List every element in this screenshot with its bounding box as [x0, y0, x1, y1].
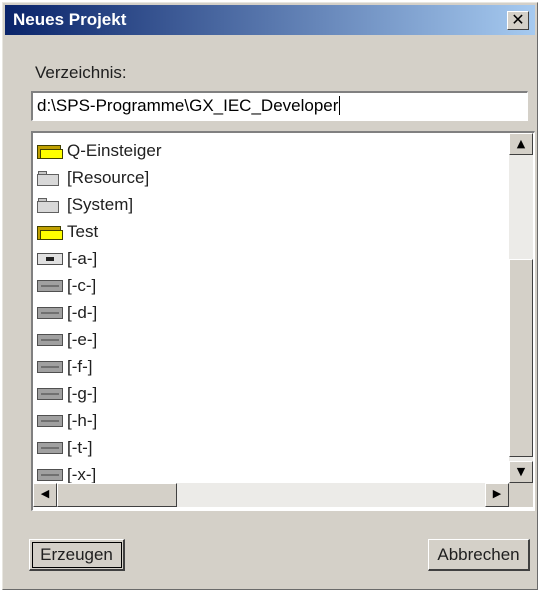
- list-item[interactable]: Test: [37, 218, 507, 245]
- close-button[interactable]: ✕: [507, 11, 529, 30]
- open-folder-icon: [37, 141, 65, 161]
- list-item[interactable]: [-a-]: [37, 245, 507, 272]
- hard-drive-icon: [37, 303, 65, 323]
- hard-drive-icon: [37, 411, 65, 431]
- scroll-right-button[interactable]: ▶: [485, 483, 509, 507]
- directory-path-value: d:\SPS-Programme\GX_IEC_Developer: [37, 96, 339, 115]
- hard-drive-icon: [37, 384, 65, 404]
- list-item-label: [-d-]: [67, 302, 98, 322]
- create-button[interactable]: Erzeugen: [29, 539, 125, 571]
- directory-label: Verzeichnis:: [35, 63, 127, 82]
- open-folder-icon: [37, 222, 65, 242]
- vertical-scrollbar[interactable]: ▲ ▼: [509, 133, 533, 483]
- hard-drive-icon: [37, 276, 65, 296]
- scroll-down-button[interactable]: ▼: [509, 461, 533, 483]
- list-item[interactable]: [-e-]: [37, 326, 507, 353]
- list-item[interactable]: Q-Einsteiger: [37, 137, 507, 164]
- list-item-label: [-e-]: [67, 329, 98, 349]
- list-item[interactable]: [-h-]: [37, 407, 507, 434]
- directory-list: Q-Einsteiger [Resource] [System] Test [-a-] […: [37, 137, 507, 488]
- scroll-up-button[interactable]: ▲: [509, 133, 533, 155]
- arrow-up-icon: ▲: [516, 137, 526, 150]
- list-item[interactable]: [-c-]: [37, 272, 507, 299]
- list-item-label: [System]: [67, 194, 134, 214]
- list-item-label: [-x-]: [67, 464, 97, 484]
- arrow-right-icon: ▶: [492, 487, 502, 500]
- list-item-label: [-a-]: [67, 248, 98, 268]
- hard-drive-icon: [37, 357, 65, 377]
- list-item-label: Q-Einsteiger: [67, 140, 162, 160]
- hard-drive-icon: [37, 465, 65, 485]
- list-item-label: [-t-]: [67, 437, 93, 457]
- list-item[interactable]: [System]: [37, 191, 507, 218]
- scroll-left-button[interactable]: ◀: [33, 483, 57, 507]
- list-item[interactable]: [-t-]: [37, 434, 507, 461]
- list-item-label: Test: [67, 221, 99, 241]
- list-item-label: [Resource]: [67, 167, 150, 187]
- close-icon: ✕: [511, 10, 525, 29]
- folder-icon: [37, 168, 65, 188]
- list-item-label: [-h-]: [67, 410, 98, 430]
- scrollbar-corner: [509, 483, 533, 507]
- list-item-label: [-c-]: [67, 275, 97, 295]
- text-caret: [339, 96, 341, 115]
- list-item-label: [-g-]: [67, 383, 98, 403]
- title-bar[interactable]: Neues Projekt ✕: [5, 5, 535, 35]
- list-item[interactable]: [-f-]: [37, 353, 507, 380]
- horizontal-scroll-thumb[interactable]: [57, 483, 177, 507]
- cancel-button[interactable]: Abbrechen: [428, 539, 530, 571]
- vertical-scroll-thumb[interactable]: [509, 259, 533, 457]
- window-title: Neues Projekt: [13, 10, 127, 29]
- hard-drive-icon: [37, 438, 65, 458]
- arrow-left-icon: ◀: [40, 487, 50, 500]
- directory-listbox[interactable]: Q-Einsteiger [Resource] [System] Test [-a-] […: [31, 131, 535, 511]
- list-item[interactable]: [Resource]: [37, 164, 507, 191]
- horizontal-scrollbar[interactable]: ◀ ▶: [33, 483, 509, 507]
- arrow-down-icon: ▼: [516, 465, 526, 478]
- folder-icon: [37, 195, 65, 215]
- list-item[interactable]: [-g-]: [37, 380, 507, 407]
- hard-drive-icon: [37, 330, 65, 350]
- list-item[interactable]: [-d-]: [37, 299, 507, 326]
- floppy-drive-icon: [37, 249, 65, 269]
- directory-path-input[interactable]: d:\SPS-Programme\GX_IEC_Developer: [31, 91, 528, 121]
- new-project-dialog: Neues Projekt ✕ Verzeichnis: d:\SPS-Prog…: [2, 2, 538, 590]
- list-item-label: [-f-]: [67, 356, 93, 376]
